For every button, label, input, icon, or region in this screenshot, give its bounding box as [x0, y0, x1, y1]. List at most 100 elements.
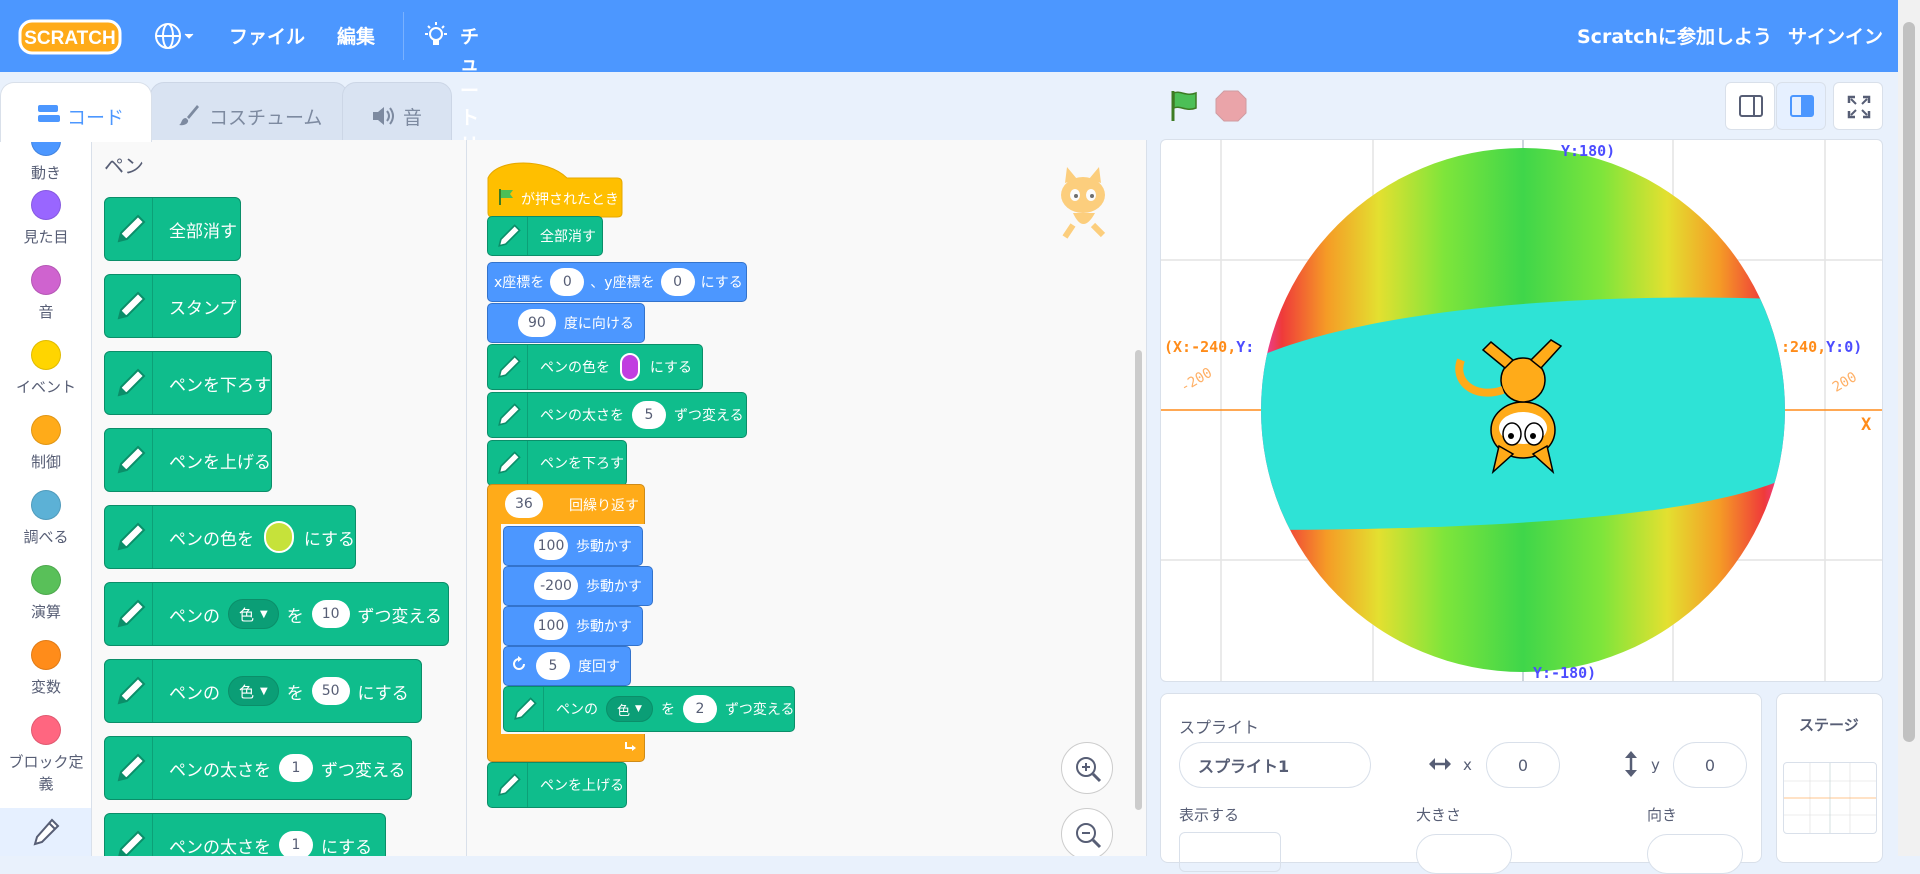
param-dropdown[interactable]: 色 ▼: [228, 599, 279, 629]
block-point-direction[interactable]: 90 度に向ける: [487, 303, 645, 343]
category-events[interactable]: イベント: [0, 340, 91, 397]
direction-input[interactable]: 90: [518, 309, 556, 337]
repeat-count-input[interactable]: 36: [505, 490, 543, 518]
block-set-pen-param[interactable]: ペンの 色 ▼ を 50 にする: [104, 659, 422, 723]
category-my-blocks[interactable]: ブロック定義: [0, 715, 91, 795]
block-move-steps[interactable]: 100 歩動かす: [503, 606, 643, 646]
size-input[interactable]: [1416, 834, 1512, 874]
dropdown-value: 色: [239, 605, 255, 624]
sprite-name-input[interactable]: スプライト1: [1179, 742, 1371, 788]
block-change-pen-size[interactable]: ペンの太さを 5 ずつ変える: [487, 392, 747, 438]
stop-button[interactable]: [1214, 89, 1248, 123]
x-position-input[interactable]: 0: [1486, 742, 1560, 788]
tab-sounds[interactable]: 音: [342, 82, 452, 142]
block-label: ペンの: [556, 702, 598, 718]
large-stage-button[interactable]: [1776, 82, 1826, 130]
category-operators[interactable]: 演算: [0, 565, 91, 622]
category-looks[interactable]: 見た目: [0, 190, 91, 247]
block-move-steps[interactable]: 100 歩動かす: [503, 526, 643, 566]
pen-icon: [488, 345, 528, 389]
svg-text:(X:-240,Y:: (X:-240,Y:: [1164, 338, 1254, 356]
block-set-pen-color[interactable]: ペンの色を にする: [487, 344, 703, 390]
value-input[interactable]: 10: [311, 600, 350, 628]
block-change-pen-param[interactable]: ペンの 色 ▼ を 2 ずつ変える: [503, 686, 795, 732]
color-swatch[interactable]: [620, 353, 640, 381]
workspace-scrollbar[interactable]: [1135, 350, 1142, 810]
repeat-bottom: [487, 734, 645, 762]
join-scratch-link[interactable]: Scratchに参加しよう: [1577, 22, 1772, 49]
block-label: 度回す: [578, 659, 620, 675]
block-change-pen-size[interactable]: ペンの太さを 1 ずつ変える: [104, 736, 412, 800]
value-input[interactable]: 50: [311, 677, 350, 705]
category-label: 制御: [30, 453, 61, 471]
pen-icon: [105, 275, 153, 337]
block-move-steps[interactable]: -200 歩動かす: [503, 566, 653, 606]
file-menu[interactable]: ファイル: [229, 22, 305, 49]
green-flag-button[interactable]: [1166, 88, 1202, 124]
tab-costumes[interactable]: コスチューム: [150, 82, 348, 142]
steps-input[interactable]: 100: [534, 532, 568, 560]
signin-link[interactable]: サインイン: [1788, 22, 1883, 49]
steps-input[interactable]: -200: [534, 572, 578, 600]
size-input[interactable]: 5: [632, 401, 666, 429]
stage-thumbnail[interactable]: [1783, 762, 1877, 834]
scratch-logo[interactable]: SCRATCH: [18, 18, 122, 56]
block-pen-down[interactable]: ペンを下ろす: [104, 351, 272, 415]
stage[interactable]: (X:-240,Y: :240,Y:0) Y:180) Y:-180) -200…: [1160, 139, 1883, 682]
fullscreen-button[interactable]: [1833, 82, 1883, 130]
block-pen-up[interactable]: ペンを上げる: [487, 762, 627, 808]
block-goto-xy[interactable]: x座標を 0 、y座標を 0 にする: [487, 262, 747, 302]
block-turn-degrees[interactable]: 5 度回す: [503, 646, 631, 686]
block-change-pen-param[interactable]: ペンの 色 ▼ を 10 ずつ変える: [104, 582, 449, 646]
param-dropdown[interactable]: 色 ▼: [228, 676, 279, 706]
category-sensing[interactable]: 調べる: [0, 490, 91, 547]
x-input[interactable]: 0: [550, 268, 585, 296]
y-arrows-icon: [1621, 750, 1641, 782]
block-pen-down[interactable]: ペンを下ろす: [487, 440, 627, 486]
green-flag-icon: [1171, 91, 1197, 121]
category-motion[interactable]: 動き: [0, 140, 91, 183]
x-arrows-icon: [1427, 754, 1453, 778]
block-set-pen-size[interactable]: ペンの太さを 1 にする: [104, 813, 386, 856]
direction-input[interactable]: [1647, 834, 1743, 874]
tab-code-label: コード: [67, 107, 125, 129]
value-input[interactable]: 2: [682, 695, 717, 723]
y-position-input[interactable]: 0: [1673, 742, 1747, 788]
category-pen-extension[interactable]: [0, 808, 91, 856]
block-pen-clear[interactable]: 全部消す: [104, 197, 241, 261]
block-label: が押されたとき: [521, 192, 619, 208]
edit-menu[interactable]: 編集: [337, 22, 375, 49]
block-pen-up[interactable]: ペンを上げる: [104, 428, 272, 492]
category-label: 演算: [30, 603, 61, 621]
pen-icon: [488, 763, 528, 807]
category-sound[interactable]: 音: [0, 265, 91, 322]
value-input[interactable]: 1: [279, 831, 313, 856]
size-label: 大きさ: [1416, 806, 1462, 824]
block-label: 歩動かす: [576, 619, 632, 635]
block-label: ずつ変える: [674, 408, 744, 424]
block-pen-clear[interactable]: 全部消す: [487, 216, 603, 256]
scrollbar-thumb[interactable]: [1903, 22, 1915, 742]
color-swatch[interactable]: [264, 521, 294, 553]
stage-heading: ステージ: [1799, 716, 1859, 734]
small-stage-button[interactable]: [1725, 82, 1775, 130]
category-control[interactable]: 制御: [0, 415, 91, 472]
stage-selector-pane[interactable]: ステージ: [1776, 693, 1883, 863]
block-set-pen-color[interactable]: ペンの色を にする: [104, 505, 356, 569]
show-toggle[interactable]: [1179, 832, 1281, 872]
language-globe-icon[interactable]: [154, 22, 194, 54]
y-input[interactable]: 0: [660, 268, 695, 296]
steps-input[interactable]: 100: [534, 612, 568, 640]
degrees-input[interactable]: 5: [536, 652, 570, 680]
script-workspace[interactable]: が押されたとき 全部消す x座標を 0 、y座標を 0 にする 90 度に向ける…: [467, 140, 1147, 856]
tab-code[interactable]: コード: [0, 82, 152, 142]
block-pen-stamp[interactable]: スタンプ: [104, 274, 241, 338]
sprite-heading: スプライト: [1179, 718, 1260, 737]
category-variables[interactable]: 変数: [0, 640, 91, 697]
zoom-in-button[interactable]: [1061, 742, 1113, 794]
param-dropdown[interactable]: 色 ▼: [606, 696, 653, 722]
page-scrollbar[interactable]: [1898, 0, 1920, 856]
value-input[interactable]: 1: [279, 754, 313, 782]
stage-right-x-label: :240,: [1781, 338, 1826, 356]
zoom-out-button[interactable]: [1061, 808, 1113, 856]
